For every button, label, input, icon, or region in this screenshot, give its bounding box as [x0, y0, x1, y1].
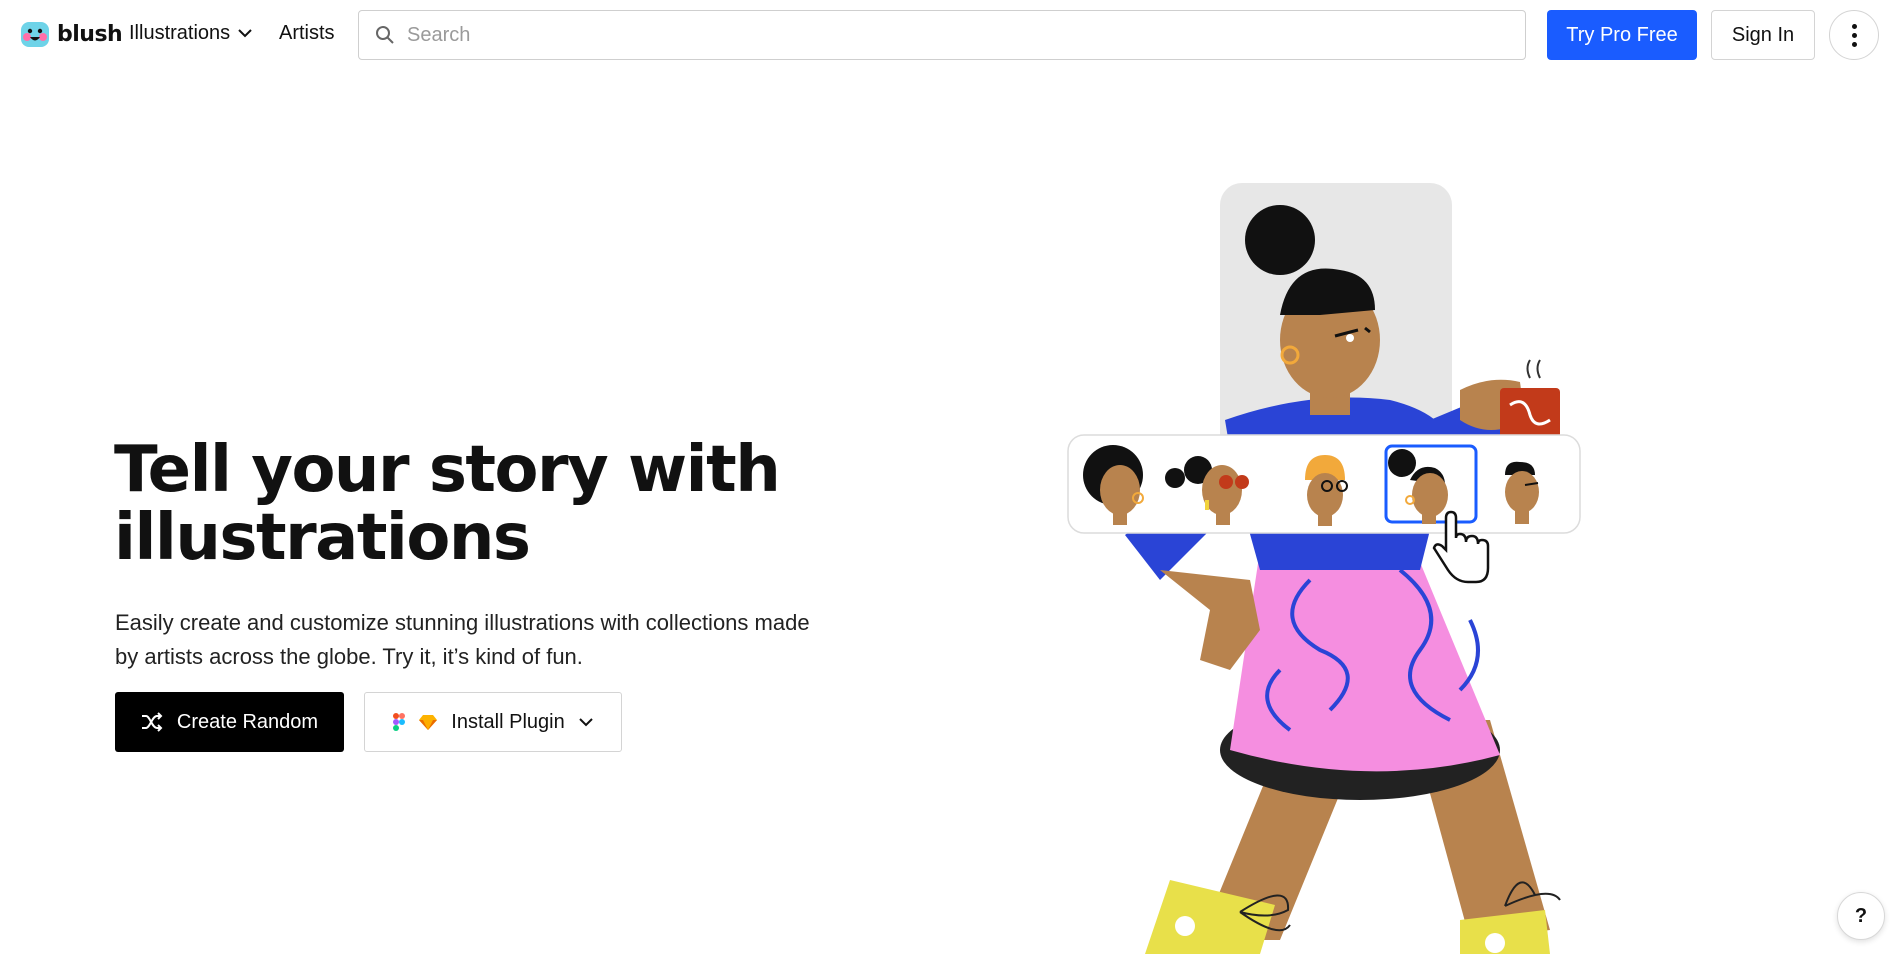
search-input[interactable]: [407, 23, 1487, 47]
create-random-label: Create Random: [176, 710, 319, 733]
avatar-picker[interactable]: [1067, 434, 1581, 534]
brand-name: blush: [57, 21, 123, 47]
search-bar: [358, 10, 1526, 60]
blush-logo[interactable]: blush: [19, 18, 123, 50]
search-icon: [376, 26, 394, 44]
top-navbar: blush Illustrations Artists Try Pro Free…: [0, 0, 1899, 70]
install-plugin-button[interactable]: Install Plugin: [364, 692, 622, 752]
blush-logo-icon: [21, 22, 49, 47]
help-button[interactable]: ?: [1837, 892, 1885, 940]
figma-icon: [393, 713, 406, 731]
nav-illustrations-label: Illustrations: [129, 22, 231, 44]
chevron-down-icon: [238, 29, 252, 38]
sign-in-button[interactable]: Sign In: [1711, 10, 1815, 60]
install-plugin-label: Install Plugin: [451, 710, 565, 733]
hero-illustration: [1067, 183, 1581, 954]
hero-subtitle: Easily create and customize stunning ill…: [115, 610, 810, 669]
nav-artists-link[interactable]: Artists: [279, 22, 335, 45]
hero-title: Tell your story with illustrations: [114, 433, 781, 575]
more-menu-button[interactable]: [1829, 10, 1879, 60]
hair-bun: [1245, 205, 1315, 275]
skirt: [1230, 550, 1500, 772]
chevron-down-icon: [578, 717, 593, 726]
sketch-icon: [419, 715, 438, 730]
shuffle-icon: [141, 712, 163, 732]
more-vertical-icon: [1851, 23, 1857, 29]
nav-illustrations-dropdown[interactable]: Illustrations: [129, 22, 252, 45]
create-random-button[interactable]: Create Random: [115, 692, 344, 752]
try-pro-button[interactable]: Try Pro Free: [1547, 10, 1697, 60]
